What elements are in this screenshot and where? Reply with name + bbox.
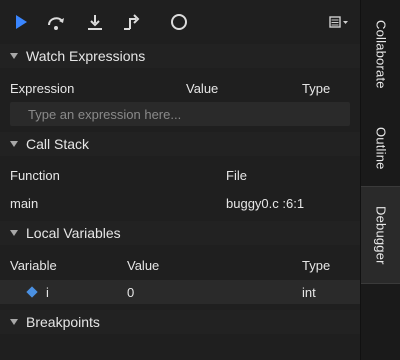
local-variables-header[interactable]: Local Variables: [0, 221, 360, 245]
step-over-icon[interactable]: [45, 11, 67, 33]
watch-expressions-header[interactable]: Watch Expressions: [0, 44, 360, 68]
function-header: Function: [10, 167, 60, 183]
stop-icon[interactable]: [168, 11, 190, 33]
file-header: File: [226, 167, 247, 183]
tab-collaborate[interactable]: Collaborate: [361, 4, 400, 104]
debugger-panel: Watch Expressions Expression Value Type …: [0, 0, 360, 360]
tab-debugger-label: Debugger: [373, 205, 389, 265]
local-variables-column-headers: Variable Value Type: [0, 253, 360, 277]
type-header: Type: [302, 80, 331, 96]
expression-header: Expression: [10, 80, 75, 96]
value-header: Value: [127, 257, 160, 273]
step-out-icon[interactable]: [121, 11, 143, 33]
collapse-triangle-icon: [10, 319, 18, 325]
function-name: main: [10, 195, 39, 211]
call-stack-header[interactable]: Call Stack: [0, 132, 360, 156]
value-header: Value: [186, 80, 219, 96]
tab-outline[interactable]: Outline: [361, 110, 400, 186]
right-sidebar-tabs: Collaborate Outline Debugger: [360, 0, 400, 360]
file-location: buggy0.c :6:1: [226, 195, 305, 211]
local-variables-title: Local Variables: [26, 225, 121, 241]
menu-icon[interactable]: [327, 11, 351, 33]
variable-type: int: [302, 284, 316, 300]
call-stack-row[interactable]: main buggy0.c :6:1: [0, 191, 360, 215]
type-header: Type: [302, 257, 331, 273]
collapse-triangle-icon: [10, 230, 18, 236]
variable-cell: i: [26, 280, 49, 304]
watch-expression-input-wrap: [10, 102, 350, 126]
tab-debugger[interactable]: Debugger: [361, 186, 400, 284]
watch-expressions-title: Watch Expressions: [26, 48, 146, 64]
variable-diamond-icon: [26, 286, 38, 298]
tab-collaborate-label: Collaborate: [373, 19, 389, 89]
step-into-icon[interactable]: [84, 11, 106, 33]
play-icon[interactable]: [10, 11, 32, 33]
breakpoints-header[interactable]: Breakpoints: [0, 310, 360, 334]
local-variable-row[interactable]: i 0 int: [0, 280, 360, 304]
call-stack-title: Call Stack: [26, 136, 90, 152]
variable-name: i: [46, 284, 49, 300]
collapse-triangle-icon: [10, 141, 18, 147]
tab-outline-label: Outline: [373, 126, 389, 170]
watch-column-headers: Expression Value Type: [0, 76, 360, 100]
watch-expression-input[interactable]: [10, 105, 350, 123]
variable-header: Variable: [10, 257, 57, 273]
collapse-triangle-icon: [10, 53, 18, 59]
variable-value: 0: [127, 284, 135, 300]
breakpoints-title: Breakpoints: [26, 314, 100, 330]
debug-toolbar: [0, 0, 360, 44]
call-stack-column-headers: Function File: [0, 163, 360, 187]
